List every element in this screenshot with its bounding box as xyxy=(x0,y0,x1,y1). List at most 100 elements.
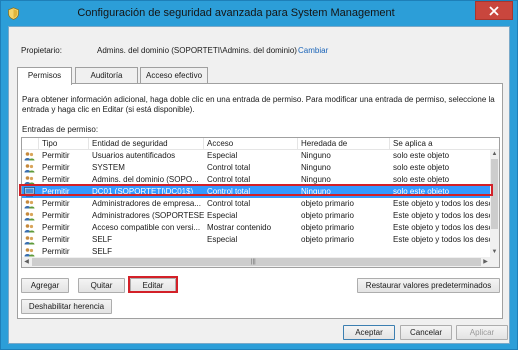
table-row[interactable]: Permitir SELF xyxy=(22,246,490,257)
users-group-icon xyxy=(24,151,35,161)
cell-type: Permitir xyxy=(42,247,70,256)
table-row[interactable]: Permitir Admins. del dominio (SOPO... Co… xyxy=(22,174,490,186)
column-header-principal[interactable]: Entidad de seguridad xyxy=(89,138,204,150)
cell-applies-to xyxy=(390,246,490,257)
entries-label: Entradas de permiso: xyxy=(22,125,99,134)
vertical-scrollbar[interactable]: ▲ ▼ xyxy=(490,150,499,257)
cell-access: Mostrar contenido xyxy=(207,223,272,232)
cell-applies-to: Este objeto y todos los desc xyxy=(393,211,490,220)
cell-principal: Administradores (SOPORTESE... xyxy=(92,211,204,220)
disable-inheritance-button[interactable]: Deshabilitar herencia xyxy=(21,299,112,314)
add-button[interactable]: Agregar xyxy=(21,278,69,293)
users-group-icon xyxy=(24,163,35,173)
cell-principal: Admins. del dominio (SOPO... xyxy=(92,175,199,184)
cell-type: Permitir xyxy=(42,211,70,220)
cancel-button[interactable]: Cancelar xyxy=(400,325,452,340)
vertical-scroll-thumb[interactable] xyxy=(491,159,498,229)
cell-applies-to: solo este objeto xyxy=(393,175,450,184)
tab-permissions[interactable]: Permisos xyxy=(17,67,72,85)
cell-inherited: objeto primario xyxy=(301,235,354,244)
close-icon xyxy=(489,5,499,16)
users-group-icon xyxy=(24,247,35,257)
cell-inherited: objeto primario xyxy=(301,211,354,220)
cell-applies-to: solo este objeto xyxy=(393,151,450,160)
permissions-description: Para obtener información adicional, haga… xyxy=(22,95,495,114)
cell-principal: DC01 (SOPORTETI\DC01$) xyxy=(92,187,194,196)
scroll-up-arrow-icon[interactable]: ▲ xyxy=(490,150,499,159)
change-owner-link[interactable]: Cambiar xyxy=(298,46,328,55)
cell-inherited xyxy=(298,246,390,257)
window-title: Configuración de seguridad avanzada para… xyxy=(77,7,395,19)
dialog-window: Configuración de seguridad avanzada para… xyxy=(0,0,518,350)
list-header: Tipo Entidad de seguridad Acceso Heredad… xyxy=(22,138,499,150)
cell-access: Control total xyxy=(207,163,251,172)
column-header-icon[interactable] xyxy=(22,138,39,150)
apply-button[interactable]: Aplicar xyxy=(456,325,508,340)
cell-access: Especial xyxy=(207,151,238,160)
column-header-access[interactable]: Acceso xyxy=(204,138,298,150)
ok-button[interactable]: Aceptar xyxy=(343,325,395,340)
cell-type: Permitir xyxy=(42,187,70,196)
table-row[interactable]: Permitir SELF Especial objeto primario E… xyxy=(22,234,490,246)
cell-principal: Usuarios autentificados xyxy=(92,151,176,160)
permission-entries-list[interactable]: Tipo Entidad de seguridad Acceso Heredad… xyxy=(21,137,500,268)
cell-inherited: Ninguno xyxy=(301,175,331,184)
grip-icon: ||| xyxy=(251,259,256,265)
cell-applies-to: solo este objeto xyxy=(393,163,450,172)
cell-applies-to: Este objeto y todos los desc xyxy=(393,235,490,244)
users-group-icon xyxy=(24,211,35,221)
close-button[interactable] xyxy=(475,1,513,20)
cell-inherited: Ninguno xyxy=(301,151,331,160)
horizontal-scroll-thumb[interactable] xyxy=(32,258,481,266)
cell-access: Control total xyxy=(207,187,251,196)
cell-inherited: objeto primario xyxy=(301,223,354,232)
cell-principal: Administradores de empresa... xyxy=(92,199,201,208)
cell-principal: SYSTEM xyxy=(92,163,125,172)
column-header-applies-to[interactable]: Se aplica a xyxy=(390,138,490,150)
table-row[interactable]: Permitir Administradores de empresa... C… xyxy=(22,198,490,210)
table-row-selected[interactable]: Permitir DC01 (SOPORTETI\DC01$) Control … xyxy=(22,186,490,198)
table-row[interactable]: Permitir Administradores (SOPORTESE... E… xyxy=(22,210,490,222)
owner-row: Propietario: Admins. del dominio (SOPORT… xyxy=(21,45,501,59)
computer-icon xyxy=(24,187,35,197)
list-rows: Permitir Usuarios autentificados Especia… xyxy=(22,150,490,257)
cell-type: Permitir xyxy=(42,151,70,160)
remove-button[interactable]: Quitar xyxy=(78,278,125,293)
cell-access: Especial xyxy=(207,211,238,220)
tab-effective-access[interactable]: Acceso efectivo xyxy=(140,67,208,84)
title-bar[interactable]: Configuración de seguridad avanzada para… xyxy=(1,1,517,26)
users-group-icon xyxy=(24,235,35,245)
cell-principal: SELF xyxy=(92,247,113,256)
cell-type: Permitir xyxy=(42,235,70,244)
table-row[interactable]: Permitir Acceso compatible con versi... … xyxy=(22,222,490,234)
cell-inherited: objeto primario xyxy=(301,199,354,208)
horizontal-scrollbar[interactable]: ◀ ||| ▶ xyxy=(22,257,490,267)
cell-type: Permitir xyxy=(42,199,70,208)
cell-principal: Acceso compatible con versi... xyxy=(92,223,201,232)
cell-access: Especial xyxy=(207,235,238,244)
restore-defaults-button[interactable]: Restaurar valores predeterminados xyxy=(357,278,500,293)
users-group-icon xyxy=(24,223,35,233)
cell-applies-to: Este objeto y todos los desc xyxy=(393,223,490,232)
column-header-type[interactable]: Tipo xyxy=(39,138,89,150)
users-group-icon xyxy=(24,199,35,209)
edit-button[interactable]: Editar xyxy=(130,278,176,293)
scroll-left-arrow-icon[interactable]: ◀ xyxy=(22,257,31,267)
table-row[interactable]: Permitir Usuarios autentificados Especia… xyxy=(22,150,490,162)
cell-type: Permitir xyxy=(42,223,70,232)
users-group-icon xyxy=(24,175,35,185)
cell-access: Control total xyxy=(207,199,251,208)
tab-auditing[interactable]: Auditoría xyxy=(75,67,138,84)
cell-inherited: Ninguno xyxy=(301,163,331,172)
cell-inherited: Ninguno xyxy=(301,187,331,196)
dialog-body: Propietario: Admins. del dominio (SOPORT… xyxy=(8,26,510,344)
cell-applies-to: solo este objeto xyxy=(393,187,450,196)
cell-type: Permitir xyxy=(42,163,70,172)
scroll-right-arrow-icon[interactable]: ▶ xyxy=(481,257,490,267)
scroll-down-arrow-icon[interactable]: ▼ xyxy=(490,248,499,257)
column-header-inherited[interactable]: Heredada de xyxy=(298,138,390,150)
scrollbar-corner xyxy=(490,257,499,267)
cell-access: Control total xyxy=(207,175,251,184)
cell-applies-to: Este objeto y todos los desc xyxy=(393,199,490,208)
table-row[interactable]: Permitir SYSTEM Control total Ninguno so… xyxy=(22,162,490,174)
